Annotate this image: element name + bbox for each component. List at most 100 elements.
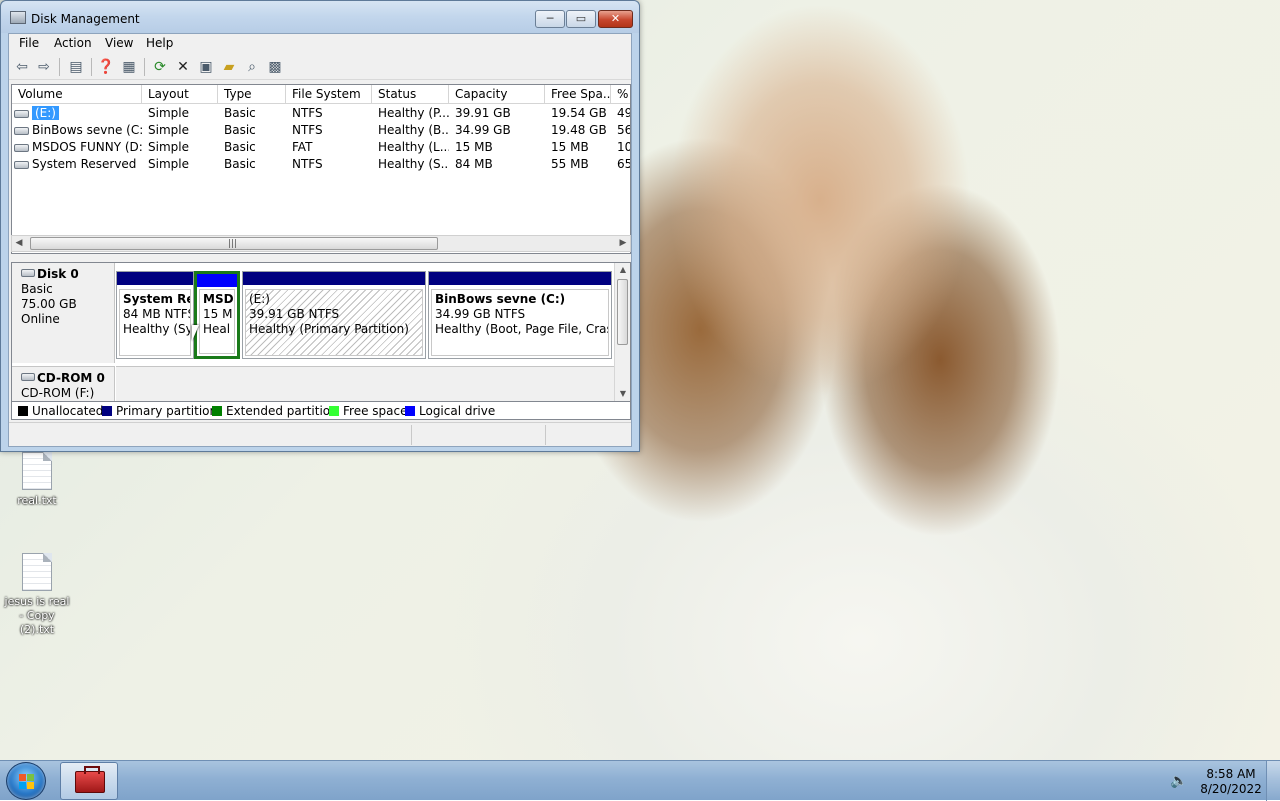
- column-file-system[interactable]: File System: [286, 85, 372, 104]
- legend-label: Primary partition: [116, 404, 218, 418]
- window-title: Disk Management: [31, 12, 140, 26]
- scroll-thumb[interactable]: |||: [30, 237, 438, 250]
- properties-icon[interactable]: ▦: [120, 58, 138, 76]
- partition-status: Healthy (Sy: [123, 322, 191, 336]
- partition-color-bar: [197, 274, 237, 287]
- partition-size: 39.91 GB NTFS: [249, 307, 340, 321]
- clock[interactable]: 8:58 AM 8/20/2022: [1196, 767, 1266, 797]
- cell-type: Basic: [224, 106, 256, 120]
- cell-volume: BinBows sevne (C:): [12, 122, 142, 139]
- partition-msdos-funny[interactable]: MSD 15 M Heal: [194, 271, 240, 359]
- column-status[interactable]: Status: [372, 85, 449, 104]
- legend-item-extended: Extended partition: [212, 404, 338, 418]
- table-row[interactable]: (E:) Simple Basic NTFS Healthy (P... 39.…: [12, 105, 630, 122]
- back-icon[interactable]: ⇦: [13, 58, 31, 76]
- start-button[interactable]: [6, 762, 46, 800]
- legend-label: Free space: [343, 404, 408, 418]
- maximize-button[interactable]: ▭: [566, 10, 596, 28]
- table-row[interactable]: System Reserved Simple Basic NTFS Health…: [12, 156, 630, 173]
- scroll-left-icon[interactable]: ◀: [12, 236, 26, 251]
- search-icon[interactable]: ⌕: [243, 58, 261, 76]
- column-type[interactable]: Type: [218, 85, 286, 104]
- delete-icon[interactable]: ✕: [174, 58, 192, 76]
- menu-view[interactable]: View: [105, 36, 133, 50]
- cell-volume: MSDOS FUNNY (D:): [12, 139, 142, 156]
- menu-file[interactable]: File: [19, 36, 39, 50]
- forward-icon[interactable]: ⇨: [35, 58, 53, 76]
- legend-swatch: [212, 406, 222, 416]
- cell-layout: Simple: [148, 123, 189, 137]
- disk-map: Disk 0 Basic 75.00 GB Online System Res …: [11, 262, 631, 402]
- cell-free-space: 19.48 GB: [551, 123, 607, 137]
- cell-capacity: 39.91 GB: [455, 106, 511, 120]
- console-tree-icon[interactable]: ▤: [67, 58, 85, 76]
- column-layout[interactable]: Layout: [142, 85, 218, 104]
- desktop-icon-jesus-txt[interactable]: jesus is real - Copy (2).txt: [2, 553, 72, 637]
- help-icon[interactable]: ❓: [97, 58, 115, 76]
- cell-status: Healthy (B...: [378, 123, 449, 137]
- close-button[interactable]: ✕: [598, 10, 633, 28]
- drive-icon: [14, 127, 29, 135]
- partition-body: (E:) 39.91 GB NTFS Healthy (Primary Part…: [245, 289, 423, 356]
- disk-kind: CD-ROM (F:): [21, 386, 95, 400]
- open-icon[interactable]: ▰: [220, 58, 238, 76]
- cell-percent-free: 49: [617, 106, 631, 120]
- cell-type: Basic: [224, 123, 256, 137]
- menu-help[interactable]: Help: [146, 36, 173, 50]
- status-divider: [545, 425, 546, 445]
- partition-c[interactable]: BinBows sevne (C:) 34.99 GB NTFS Healthy…: [428, 271, 612, 359]
- column-percent-free[interactable]: % F: [611, 85, 630, 104]
- scroll-thumb[interactable]: [617, 279, 628, 345]
- grip-icon: |||: [228, 239, 238, 249]
- table-row[interactable]: MSDOS FUNNY (D:) Simple Basic FAT Health…: [12, 139, 630, 156]
- cd-drive-icon: [21, 373, 35, 381]
- partition-e[interactable]: (E:) 39.91 GB NTFS Healthy (Primary Part…: [242, 271, 426, 359]
- cell-status: Healthy (P...: [378, 106, 449, 120]
- legend-item-primary: Primary partition: [102, 404, 217, 418]
- toolbar: ⇦ ⇨ ▤ ❓ ▦ ⟳ ✕ ▣ ▰ ⌕ ▩: [9, 54, 631, 80]
- column-free-space[interactable]: Free Spa...: [545, 85, 611, 104]
- minimize-button[interactable]: ─: [535, 10, 565, 28]
- cdrom-0-label[interactable]: CD-ROM 0 CD-ROM (F:): [12, 366, 115, 401]
- table-row[interactable]: BinBows sevne (C:) Simple Basic NTFS Hea…: [12, 122, 630, 139]
- toolbar-separator: [59, 58, 60, 76]
- column-volume[interactable]: Volume: [12, 85, 142, 104]
- title-bar[interactable]: Disk Management ─ ▭ ✕: [1, 1, 639, 33]
- horizontal-scrollbar[interactable]: ◀ ||| ▶: [11, 235, 631, 252]
- menu-action[interactable]: Action: [54, 36, 92, 50]
- volume-name: MSDOS FUNNY (D:): [32, 140, 142, 154]
- partition-name: MSD: [203, 292, 234, 306]
- legend-label: Extended partition: [226, 404, 338, 418]
- cell-capacity: 34.99 GB: [455, 123, 511, 137]
- status-bar: [9, 422, 631, 446]
- speaker-icon[interactable]: 🔈: [1170, 773, 1187, 789]
- cell-volume: System Reserved: [12, 156, 142, 173]
- scroll-up-icon[interactable]: ▲: [615, 263, 630, 277]
- properties-sheet-icon[interactable]: ▣: [197, 58, 215, 76]
- disk-icon[interactable]: ▩: [266, 58, 284, 76]
- show-desktop-button[interactable]: [1266, 761, 1280, 801]
- scroll-right-icon[interactable]: ▶: [616, 236, 630, 251]
- taskbar-disk-management-button[interactable]: [60, 762, 118, 800]
- vertical-scrollbar[interactable]: ▲ ▼: [614, 263, 630, 401]
- taskbar: 🔈 8:58 AM 8/20/2022: [0, 760, 1280, 801]
- cell-free-space: 19.54 GB: [551, 106, 607, 120]
- partition-system-reserved[interactable]: System Res 84 MB NTFS Healthy (Sy: [116, 271, 194, 359]
- partition-name: System Res: [123, 292, 190, 306]
- legend-label: Unallocated: [32, 404, 104, 418]
- cell-file-system: NTFS: [292, 106, 323, 120]
- volume-list-header: Volume Layout Type File System Status Ca…: [12, 85, 630, 104]
- toolbar-separator: [144, 58, 145, 76]
- legend-item-free-space: Free space: [329, 404, 407, 418]
- partition-size: 34.99 GB NTFS: [435, 307, 526, 321]
- partition-status: Healthy (Primary Partition): [249, 322, 409, 336]
- column-capacity[interactable]: Capacity: [449, 85, 545, 104]
- status-divider: [411, 425, 412, 445]
- desktop-icon-real-txt[interactable]: real.txt: [2, 452, 72, 508]
- legend-swatch: [329, 406, 339, 416]
- scroll-down-icon[interactable]: ▼: [615, 387, 630, 401]
- disk-0-label[interactable]: Disk 0 Basic 75.00 GB Online: [12, 263, 115, 363]
- windows-logo-icon: [19, 774, 35, 790]
- refresh-icon[interactable]: ⟳: [151, 58, 169, 76]
- cell-status: Healthy (S...: [378, 157, 449, 171]
